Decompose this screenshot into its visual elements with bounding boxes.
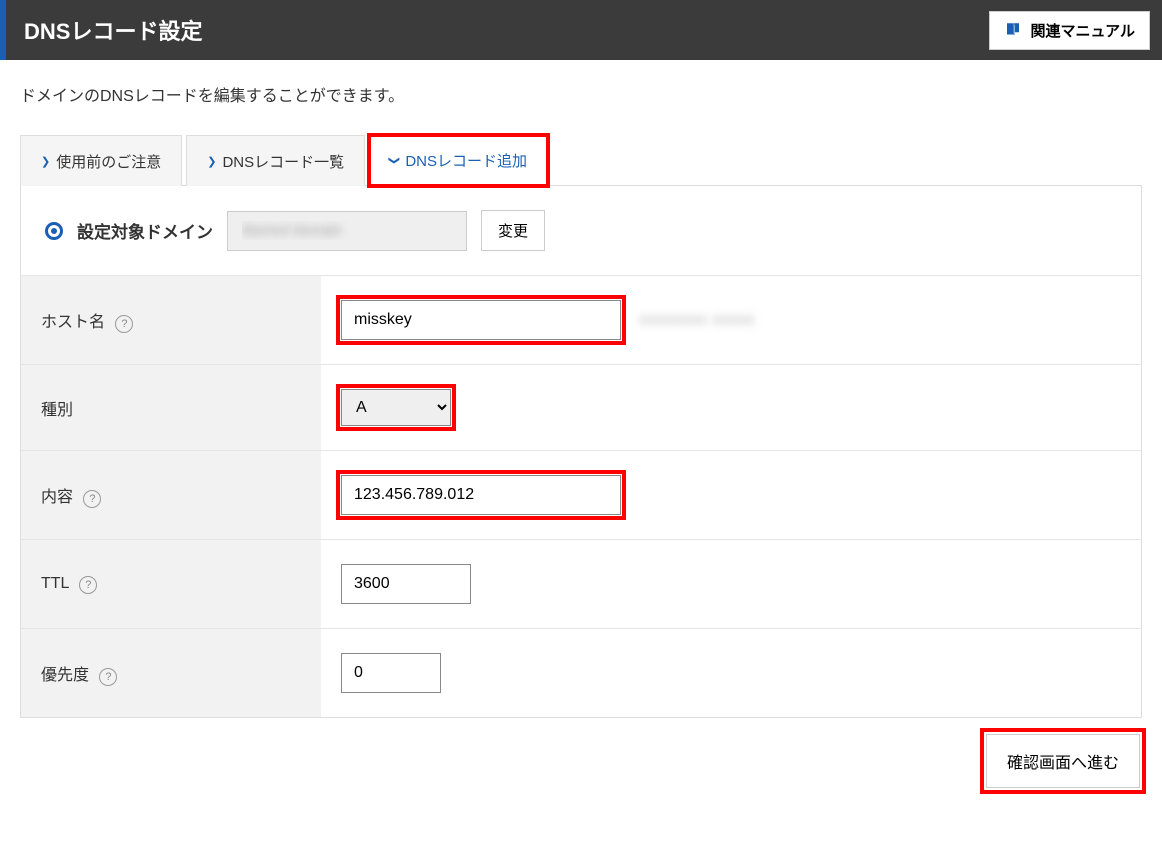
hostname-label: ホスト名: [41, 314, 105, 331]
page-title: DNSレコード設定: [24, 14, 202, 46]
tab-label: DNSレコード追加: [405, 150, 527, 171]
form-table: ホスト名 ? xxxxxxxx xxxxx 種別 A: [21, 275, 1141, 717]
domain-select[interactable]: blurred domain: [227, 211, 467, 251]
radio-selected-icon: [45, 222, 63, 240]
domain-suffix-blurred: xxxxxxxx xxxxx: [639, 311, 755, 328]
priority-input[interactable]: [341, 653, 441, 693]
manual-button-label: 関連マニュアル: [1030, 20, 1135, 41]
header-bar: DNSレコード設定 関連マニュアル: [0, 0, 1162, 60]
hostname-input[interactable]: [341, 300, 621, 340]
panel: 設定対象ドメイン blurred domain 変更 ホスト名 ? xxxxxx…: [20, 186, 1142, 718]
help-icon[interactable]: ?: [83, 490, 101, 508]
content-input[interactable]: [341, 475, 621, 515]
related-manual-button[interactable]: 関連マニュアル: [989, 11, 1150, 50]
content-label: 内容: [41, 489, 73, 506]
tab-label: 使用前のご注意: [56, 151, 161, 172]
row-hostname: ホスト名 ? xxxxxxxx xxxxx: [21, 276, 1141, 365]
ttl-input[interactable]: [341, 564, 471, 604]
content-area: ドメインのDNSレコードを編集することができます。 ❯ 使用前のご注意 ❯ DN…: [0, 60, 1162, 810]
ttl-label: TTL: [41, 575, 69, 592]
type-select[interactable]: A: [341, 389, 451, 426]
help-icon[interactable]: ?: [79, 576, 97, 594]
tabs: ❯ 使用前のご注意 ❯ DNSレコード一覧 ❯ DNSレコード追加: [20, 134, 1142, 186]
domain-label: 設定対象ドメイン: [77, 218, 213, 243]
priority-label: 優先度: [41, 667, 89, 684]
row-priority: 優先度 ?: [21, 629, 1141, 718]
row-content: 内容 ?: [21, 451, 1141, 540]
row-type: 種別 A: [21, 365, 1141, 451]
help-icon[interactable]: ?: [115, 315, 133, 333]
tab-record-list[interactable]: ❯ DNSレコード一覧: [186, 135, 365, 186]
tab-label: DNSレコード一覧: [222, 151, 344, 172]
chevron-down-icon: ❯: [388, 156, 401, 165]
page-description: ドメインのDNSレコードを編集することができます。: [20, 82, 1142, 106]
tab-notice[interactable]: ❯ 使用前のご注意: [20, 135, 182, 186]
change-domain-button[interactable]: 変更: [481, 210, 545, 251]
type-label: 種別: [41, 402, 73, 419]
chevron-right-icon: ❯: [207, 155, 216, 168]
domain-row: 設定対象ドメイン blurred domain 変更: [21, 186, 1141, 275]
chevron-right-icon: ❯: [41, 155, 50, 168]
row-ttl: TTL ?: [21, 540, 1141, 629]
header-title-wrap: DNSレコード設定: [0, 0, 202, 60]
help-icon[interactable]: ?: [99, 668, 117, 686]
confirm-button[interactable]: 確認画面へ進む: [986, 734, 1140, 788]
tab-record-add[interactable]: ❯ DNSレコード追加: [369, 135, 548, 186]
book-icon: [1004, 21, 1022, 39]
footer-row: 確認画面へ進む: [20, 718, 1142, 788]
